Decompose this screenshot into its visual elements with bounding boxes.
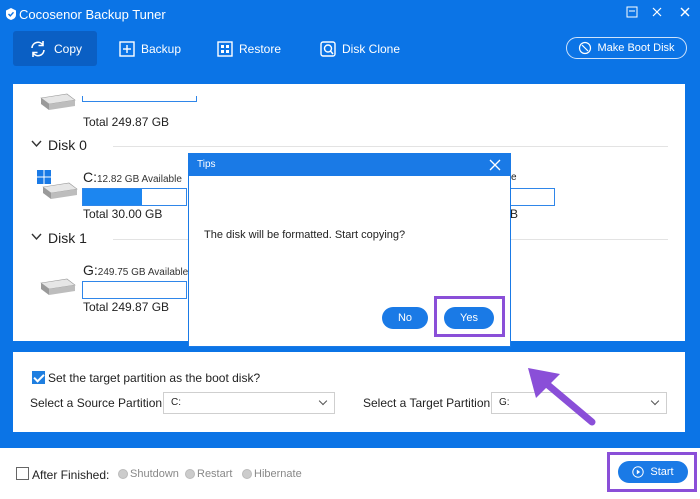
tab-copy[interactable]: Copy (13, 31, 97, 66)
partition-g-label: G:249.75 GB Available (83, 262, 188, 278)
partition-right-usage-bar (510, 188, 555, 206)
close-icon[interactable] (488, 158, 502, 172)
toolbar: Copy Backup Restore Disk Clone Make Boot… (0, 30, 700, 80)
partition-right-available: e (511, 172, 517, 183)
after-finished-checkbox[interactable] (16, 467, 29, 480)
boot-disk-checkbox[interactable] (32, 371, 45, 384)
boot-disk-icon (579, 41, 592, 55)
source-partition-label: Select a Source Partition: (30, 396, 166, 410)
partition-letter: C: (83, 169, 97, 185)
after-finished-label: After Finished: (32, 468, 110, 482)
chevron-down-icon (31, 139, 42, 151)
copy-icon (31, 40, 45, 57)
disk-clone-icon (320, 40, 336, 57)
tab-backup-label: Backup (141, 41, 182, 56)
partition-g-usage-bar (82, 281, 187, 299)
app-title: Cocosenor Backup Tuner (19, 7, 166, 22)
disk-0-header[interactable]: Disk 0 (31, 137, 87, 153)
hard-drive-icon (42, 182, 78, 199)
shutdown-label: Shutdown (130, 468, 179, 480)
title-bar: Cocosenor Backup Tuner (0, 0, 700, 30)
app-window: Cocosenor Backup Tuner Copy Backup Resto… (0, 0, 700, 499)
partition-available: 12.82 GB Available (97, 174, 182, 185)
make-boot-disk-button[interactable]: Make Boot Disk (566, 37, 687, 59)
disk-0-title: Disk 0 (48, 137, 87, 153)
partition-c-label: C:12.82 GB Available (83, 169, 182, 185)
make-boot-disk-label: Make Boot Disk (597, 42, 675, 54)
no-label: No (397, 312, 413, 324)
hard-drive-icon (40, 278, 76, 295)
tab-restore[interactable]: Restore (217, 31, 281, 66)
partition-letter: G: (83, 262, 98, 278)
tab-disk-clone-label: Disk Clone (342, 41, 401, 56)
partition-c-usage-bar (82, 188, 187, 206)
restore-icon (217, 40, 233, 57)
tab-backup[interactable]: Backup (119, 31, 181, 66)
dialog-title: Tips (197, 159, 216, 170)
dialog-title-bar: Tips (189, 154, 510, 176)
divider (113, 146, 668, 147)
tab-restore-label: Restore (239, 41, 282, 56)
hibernate-label: Hibernate (254, 468, 302, 480)
shutdown-radio[interactable] (118, 469, 128, 479)
source-partition-value: C: (171, 397, 181, 408)
partition-c-total: Total 30.00 GB (83, 207, 163, 221)
partition-usage-bar (82, 96, 197, 102)
partition-right-total: B (510, 207, 519, 221)
source-partition-select[interactable]: C: (163, 392, 335, 414)
no-button[interactable]: No (382, 307, 428, 329)
restart-radio[interactable] (185, 469, 195, 479)
chevron-down-icon (31, 232, 42, 244)
partition-available: 249.75 GB Available (97, 267, 189, 278)
disk-1-header[interactable]: Disk 1 (31, 230, 87, 246)
target-partition-value: G: (499, 397, 510, 408)
boot-disk-checkbox-label: Set the target partition as the boot dis… (48, 371, 261, 385)
app-logo-icon (6, 8, 16, 20)
minimize-icon[interactable] (623, 5, 641, 23)
chevron-down-icon (650, 396, 660, 406)
partition-g-total: Total 249.87 GB (83, 300, 170, 314)
hibernate-radio[interactable] (242, 469, 252, 479)
backup-icon (119, 40, 135, 57)
dialog-message: The disk will be formatted. Start copyin… (204, 229, 406, 241)
yes-highlight-box (434, 296, 505, 337)
tab-copy-label: Copy (53, 41, 82, 56)
restart-label: Restart (197, 468, 233, 480)
pointer-arrow-icon (528, 368, 596, 426)
close-window-icon[interactable] (648, 5, 666, 23)
hard-drive-icon (40, 93, 76, 110)
target-partition-label: Select a Target Partition: (363, 396, 494, 410)
footer-bar: After Finished: Shutdown Restart Hiberna… (0, 448, 700, 499)
tab-disk-clone[interactable]: Disk Clone (320, 31, 400, 66)
start-highlight-box (607, 452, 697, 492)
chevron-down-icon (318, 396, 328, 406)
close-icon[interactable] (676, 5, 694, 23)
disk-1-title: Disk 1 (48, 230, 87, 246)
partition-total: Total 249.87 GB (83, 115, 170, 129)
